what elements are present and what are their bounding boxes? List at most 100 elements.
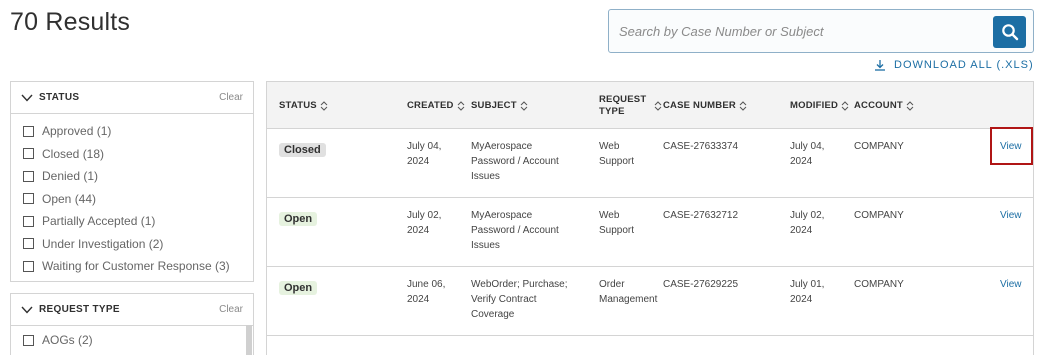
filter-option-label: Closed (18) bbox=[42, 146, 105, 161]
sort-icon[interactable] bbox=[841, 100, 849, 112]
search-icon bbox=[1001, 23, 1019, 41]
request-type-filter-header[interactable]: REQUEST TYPE Clear bbox=[11, 294, 253, 326]
subject-line: Issues bbox=[471, 171, 500, 182]
column-label-line: TYPE bbox=[599, 105, 625, 117]
chevron-down-icon[interactable] bbox=[21, 306, 33, 314]
filter-option-closed[interactable]: Closed (18) bbox=[23, 143, 241, 166]
column-header-created[interactable]: CREATED bbox=[407, 82, 465, 129]
created-date-line: July 04, bbox=[407, 141, 442, 152]
case-number: CASE-27633374 bbox=[663, 141, 739, 152]
chevron-down-icon[interactable] bbox=[21, 94, 33, 102]
subject: MyAerospace Password / Account Issues bbox=[471, 139, 559, 184]
modified-date: July 02, 2024 bbox=[790, 208, 824, 238]
subject-line: Password / Account bbox=[471, 225, 559, 236]
modified-date-line: 2024 bbox=[790, 156, 813, 167]
status-badge: Open bbox=[279, 212, 318, 226]
checkbox[interactable] bbox=[23, 238, 34, 250]
column-header-case-number[interactable]: CASE NUMBER bbox=[663, 82, 747, 129]
modified-date-line: 2024 bbox=[790, 225, 813, 236]
checkbox[interactable] bbox=[23, 193, 34, 205]
column-label: MODIFIED bbox=[790, 99, 839, 111]
column-label-line: REQUEST bbox=[599, 93, 647, 105]
checkbox[interactable] bbox=[23, 215, 34, 227]
filter-option-waiting-for-customer[interactable]: Waiting for Customer Response (3) bbox=[23, 255, 241, 278]
case-number: CASE-27629225 bbox=[663, 279, 739, 290]
filter-option-label: Partially Accepted (1) bbox=[42, 214, 156, 229]
filter-option-label: Under Investigation (2) bbox=[42, 236, 164, 251]
table-row: Open July 02, 2024 MyAerospace Password / … bbox=[267, 198, 1033, 267]
sort-icon[interactable] bbox=[739, 100, 747, 112]
search-box bbox=[608, 9, 1034, 53]
case-number: CASE-27632712 bbox=[663, 210, 739, 221]
column-header-account[interactable]: ACCOUNT bbox=[854, 82, 914, 129]
view-link[interactable]: View bbox=[1000, 279, 1022, 290]
table-row: Open June 06, 2024 WebOrder; Purchase; Ver… bbox=[267, 267, 1033, 336]
filter-option-aogs[interactable]: AOGs (2) bbox=[23, 329, 241, 352]
request-type-filter-title: REQUEST TYPE bbox=[39, 304, 120, 315]
filter-option-approved[interactable]: Approved (1) bbox=[23, 120, 241, 143]
status-filter-header[interactable]: STATUS Clear bbox=[11, 82, 253, 114]
subject-line: MyAerospace bbox=[471, 141, 533, 152]
request-type-line: Web bbox=[599, 210, 620, 221]
modified-date-line: July 01, bbox=[790, 279, 825, 290]
created-date-line: 2024 bbox=[407, 225, 430, 236]
modified-date: July 01, 2024 bbox=[790, 277, 824, 307]
column-header-status[interactable]: STATUS bbox=[279, 82, 328, 129]
status-filter-list: Approved (1) Closed (18) Denied (1) Open… bbox=[11, 114, 253, 282]
subject-line: Verify Contract bbox=[471, 294, 537, 305]
created-date-line: 2024 bbox=[407, 294, 430, 305]
subject-line: WebOrder; Purchase; bbox=[471, 279, 568, 290]
modified-date-line: July 02, bbox=[790, 210, 825, 221]
sort-icon[interactable] bbox=[520, 100, 528, 112]
view-link[interactable]: View bbox=[1000, 210, 1022, 221]
filter-option-partially-accepted[interactable]: Partially Accepted (1) bbox=[23, 210, 241, 233]
checkbox[interactable] bbox=[23, 170, 34, 182]
filter-option-label: Approved (1) bbox=[42, 124, 112, 139]
checkbox[interactable] bbox=[23, 125, 34, 137]
checkbox[interactable] bbox=[23, 334, 34, 346]
filter-option-label: Open (44) bbox=[42, 191, 97, 206]
search-input[interactable] bbox=[619, 21, 989, 41]
created-date: July 02, 2024 bbox=[407, 208, 441, 238]
column-header-request-type[interactable]: REQUEST TYPE bbox=[599, 82, 662, 129]
status-badge: Open bbox=[279, 281, 318, 295]
table-row: Closed July 04, 2024 MyAerospace Password … bbox=[267, 129, 1033, 198]
filter-option-under-investigation[interactable]: Under Investigation (2) bbox=[23, 233, 241, 256]
column-header-modified[interactable]: MODIFIED bbox=[790, 82, 849, 129]
page-title: 70 Results bbox=[10, 8, 131, 36]
download-icon bbox=[874, 59, 886, 71]
created-date: June 06, 2024 bbox=[407, 277, 445, 307]
sort-icon[interactable] bbox=[654, 100, 662, 112]
search-button[interactable] bbox=[993, 16, 1026, 48]
created-date-line: June 06, bbox=[407, 279, 446, 290]
account: COMPANY bbox=[854, 279, 904, 290]
request-type-filter-panel: REQUEST TYPE Clear AOGs (2) bbox=[10, 293, 254, 355]
status-clear-button[interactable]: Clear bbox=[219, 92, 243, 103]
sort-icon[interactable] bbox=[457, 100, 465, 112]
request-type-line: Order bbox=[599, 279, 625, 290]
modified-date-line: 2024 bbox=[790, 294, 813, 305]
column-label: ACCOUNT bbox=[854, 99, 903, 111]
results-table: STATUS CREATED SUBJECT REQUEST TYPE CASE … bbox=[266, 81, 1034, 355]
subject-line: Coverage bbox=[471, 309, 515, 320]
column-label: CASE NUMBER bbox=[663, 99, 736, 111]
download-all-label: DOWNLOAD ALL (.XLS) bbox=[894, 59, 1034, 71]
request-type-clear-button[interactable]: Clear bbox=[219, 304, 243, 315]
filter-scrollbar[interactable] bbox=[246, 325, 252, 355]
filter-option-denied[interactable]: Denied (1) bbox=[23, 165, 241, 188]
checkbox[interactable] bbox=[23, 148, 34, 160]
view-link-highlight bbox=[990, 127, 1033, 165]
column-header-subject[interactable]: SUBJECT bbox=[471, 82, 528, 129]
table-header: STATUS CREATED SUBJECT REQUEST TYPE CASE … bbox=[267, 82, 1033, 129]
created-date-line: 2024 bbox=[407, 156, 430, 167]
sort-icon[interactable] bbox=[906, 100, 914, 112]
subject-line: Issues bbox=[471, 240, 500, 251]
column-label: STATUS bbox=[279, 99, 317, 111]
checkbox[interactable] bbox=[23, 260, 34, 272]
download-all-link[interactable]: DOWNLOAD ALL (.XLS) bbox=[874, 59, 1034, 71]
status-filter-title: STATUS bbox=[39, 92, 80, 103]
subject: WebOrder; Purchase; Verify Contract Covera… bbox=[471, 277, 568, 322]
sort-icon[interactable] bbox=[320, 100, 328, 112]
filter-option-open[interactable]: Open (44) bbox=[23, 188, 241, 211]
request-type-line: Support bbox=[599, 156, 635, 167]
